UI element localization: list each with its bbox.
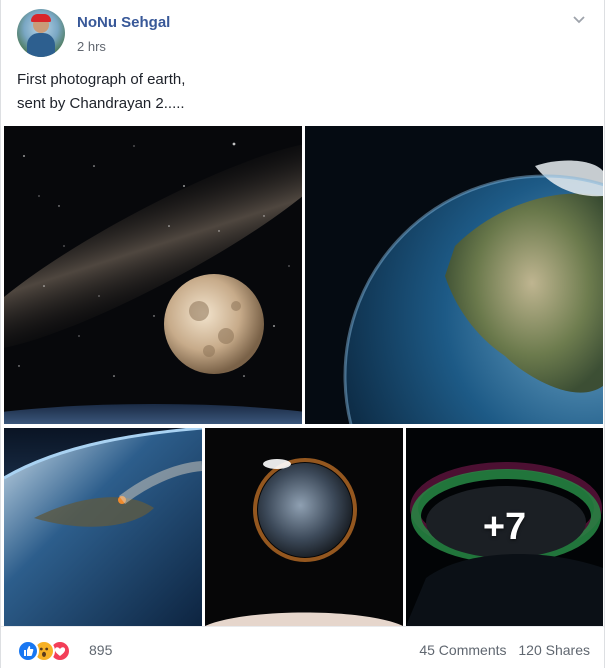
photo-eclipse[interactable] — [205, 428, 403, 626]
photo-earth-globe[interactable] — [305, 126, 603, 424]
like-icon — [17, 640, 39, 662]
post-stats: 45 Comments 120 Shares — [411, 642, 590, 658]
post-timestamp[interactable]: 2 hrs — [77, 39, 106, 54]
author-name[interactable]: NoNu Sehgal — [77, 14, 170, 31]
chevron-down-icon[interactable] — [572, 12, 586, 26]
photo-earth-horizon[interactable] — [4, 428, 202, 626]
post-footer: 895 45 Comments 120 Shares — [1, 626, 604, 669]
photo-moon-milky-way[interactable] — [4, 126, 302, 424]
reaction-count[interactable]: 895 — [89, 642, 112, 658]
avatar[interactable] — [17, 9, 65, 57]
post-text: First photograph of earth, sent by Chand… — [17, 71, 186, 112]
shares-count-link[interactable]: 120 Shares — [518, 642, 590, 658]
facebook-post: NoNu Sehgal 2 hrs First photograph of ea… — [0, 0, 605, 668]
photo-aurora[interactable]: +7 — [406, 428, 603, 626]
comments-count-link[interactable]: 45 Comments — [419, 642, 506, 658]
more-photos-overlay[interactable]: +7 — [406, 428, 603, 626]
